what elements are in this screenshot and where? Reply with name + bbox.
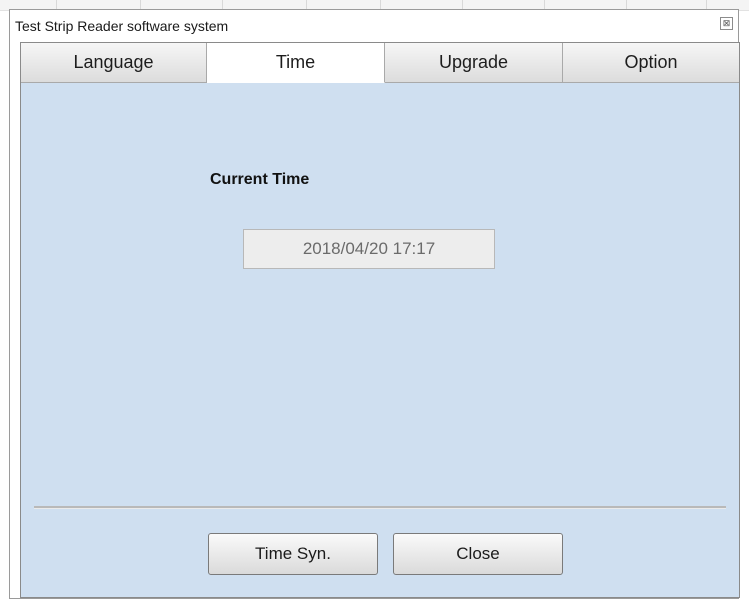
tab-upgrade[interactable]: Upgrade [385,43,563,83]
title-bar[interactable]: Test Strip Reader software system ⊠ [10,10,738,40]
tab-time[interactable]: Time [207,43,385,83]
dialog-window: Test Strip Reader software system ⊠ Lang… [9,9,740,599]
tab-option[interactable]: Option [563,43,739,83]
settings-panel: Language Time Upgrade Option Current Tim… [20,42,740,598]
close-icon[interactable]: ⊠ [720,17,733,30]
time-sync-button[interactable]: Time Syn. [208,533,378,575]
current-time-heading: Current Time [210,171,310,188]
window-title: Test Strip Reader software system [15,18,229,34]
current-time-field: 2018/04/20 17:17 [243,229,495,269]
close-button[interactable]: Close [393,533,563,575]
tab-language[interactable]: Language [21,43,207,83]
divider [34,506,726,509]
tab-bar: Language Time Upgrade Option [21,43,739,83]
